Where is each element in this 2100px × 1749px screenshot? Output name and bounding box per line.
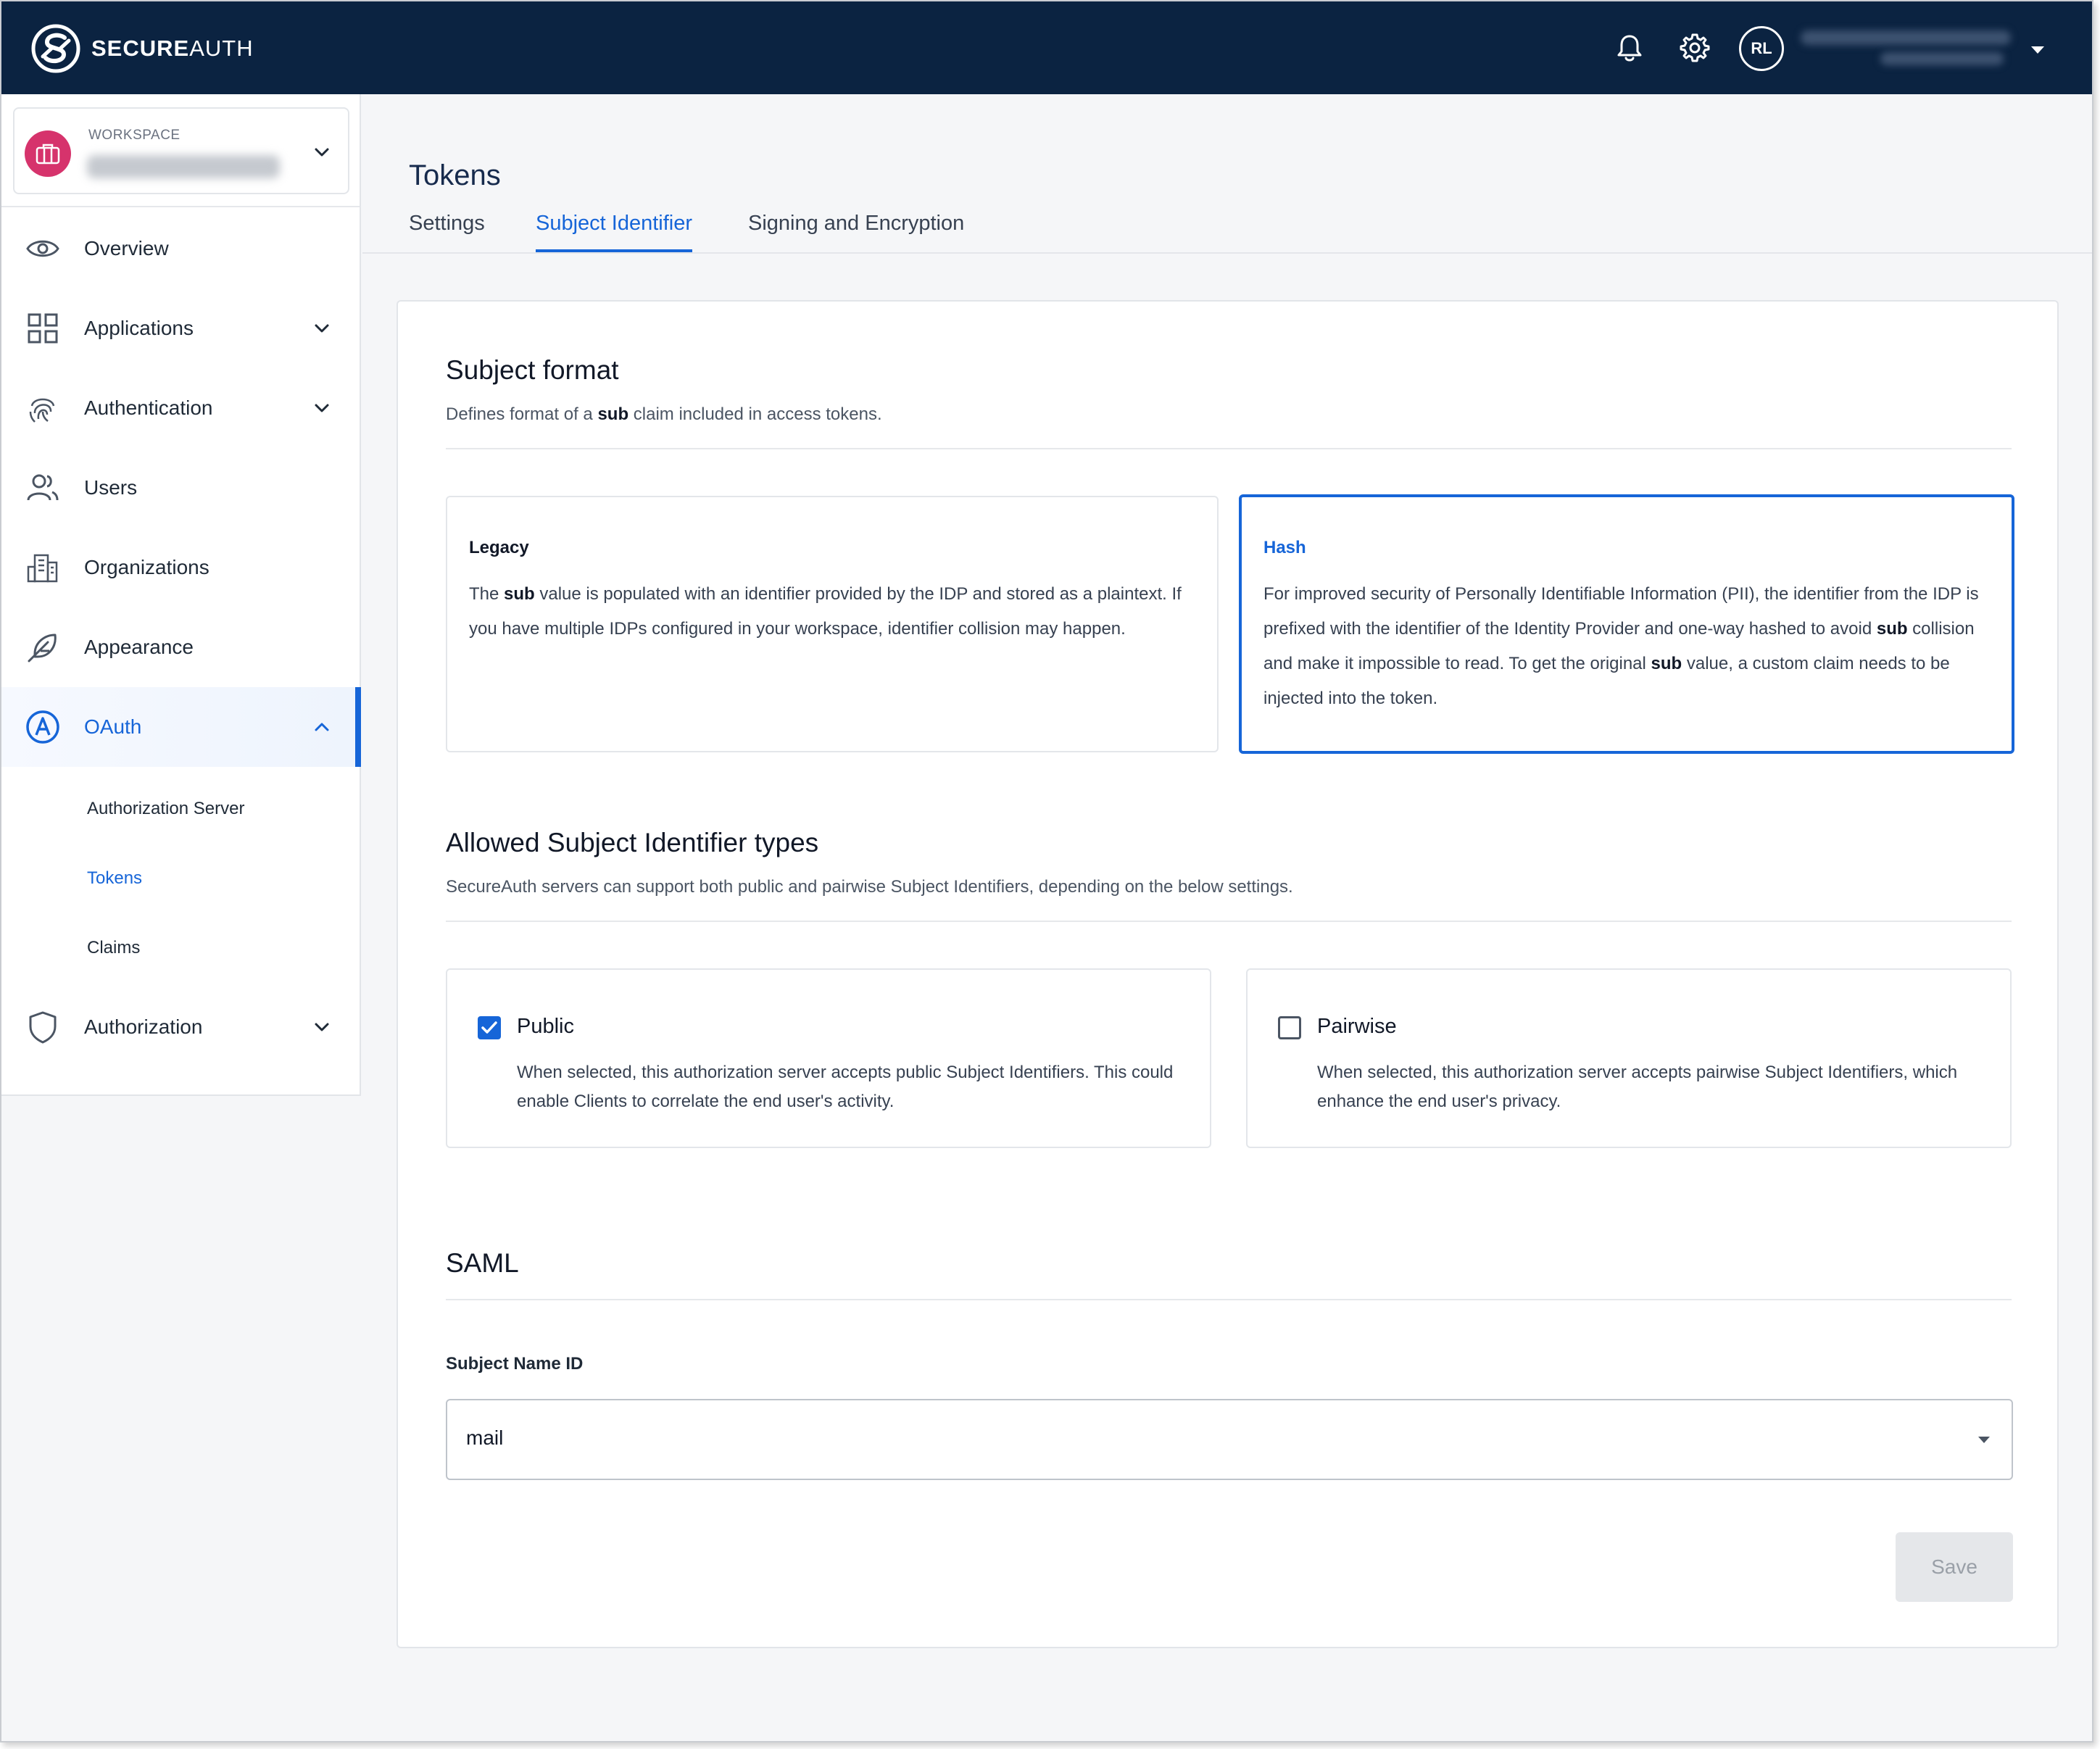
dropdown-caret-icon [1978, 1437, 1990, 1443]
sidebar-item-label: Organizations [84, 556, 209, 578]
section-divider [446, 921, 2012, 922]
workspace-selector[interactable]: WORKSPACE [13, 107, 349, 194]
sidebar: WORKSPACE Overview Applications Authenti… [1, 94, 361, 1096]
oauth-icon [26, 710, 59, 744]
subject-format-title: Subject format [446, 355, 619, 385]
tab-signing-and-encryption[interactable]: Signing and Encryption [748, 212, 964, 236]
sidebar-item-authorization[interactable]: Authorization [1, 987, 360, 1067]
app-window: SECUREAUTH RL WORKSPACE Overview Applica… [0, 0, 2093, 1742]
allowed-types-title: Allowed Subject Identifier types [446, 828, 819, 857]
subject-name-id-select[interactable]: mail [446, 1399, 2013, 1480]
fingerprint-icon [29, 398, 55, 423]
section-divider [446, 448, 2012, 449]
saml-title: SAML [446, 1248, 519, 1278]
sidebar-item-label: Authentication [84, 396, 213, 419]
brand-name: SECUREAUTH [91, 36, 254, 61]
sidebar-item-appearance[interactable]: Appearance [1, 607, 360, 687]
bell-icon[interactable] [1612, 30, 1647, 65]
option-description: For improved security of Personally Iden… [1263, 584, 1979, 708]
sidebar-item-label: Users [84, 476, 138, 499]
users-icon [27, 474, 59, 501]
sidebar-item-label: OAuth [84, 715, 142, 738]
shield-icon [29, 1011, 57, 1044]
top-bar: SECUREAUTH RL [1, 1, 2092, 94]
sidebar-subitem-tokens[interactable]: Tokens [87, 868, 142, 889]
workspace-badge [25, 130, 71, 177]
grid-icon [28, 313, 58, 344]
user-info-redacted [1801, 28, 2011, 70]
pairwise-description: When selected, this authorization server… [1317, 1063, 1958, 1111]
building-icon [27, 554, 58, 583]
subject-format-description: Defines format of a sub claim included i… [446, 404, 882, 424]
tab-settings[interactable]: Settings [409, 212, 485, 236]
sidebar-item-label: Authorization [84, 1015, 203, 1038]
pairwise-label: Pairwise [1317, 1015, 1397, 1038]
gear-icon[interactable] [1677, 30, 1712, 65]
sidebar-divider [1, 206, 360, 207]
brand-logo[interactable]: SECUREAUTH [30, 23, 254, 74]
chevron-down-icon [315, 404, 329, 412]
chevron-down-icon [315, 148, 329, 157]
sidebar-item-applications[interactable]: Applications [1, 288, 360, 368]
sidebar-item-authentication[interactable]: Authentication [1, 368, 360, 448]
eye-icon [26, 240, 59, 257]
section-divider [446, 1299, 2012, 1300]
pairwise-checkbox[interactable] [1278, 1016, 1301, 1039]
sidebar-item-label: Appearance [84, 636, 194, 658]
option-title: Hash [1263, 538, 1306, 557]
subject-name-id-label: Subject Name ID [446, 1354, 584, 1374]
public-label: Public [517, 1015, 574, 1038]
workspace-name-redacted [87, 155, 280, 178]
tabs-divider [362, 252, 2092, 254]
pairwise-identifier-card[interactable]: Pairwise When selected, this authorizati… [1246, 968, 2012, 1148]
subject-format-option-legacy[interactable]: Legacy The sub value is populated with a… [446, 496, 1219, 752]
sidebar-item-label: Applications [84, 317, 194, 339]
option-description: The sub value is populated with an ident… [469, 584, 1182, 639]
check-icon [481, 1021, 497, 1034]
public-identifier-card[interactable]: Public When selected, this authorization… [446, 968, 1211, 1148]
chevron-down-icon [315, 324, 329, 333]
sidebar-item-label: Overview [84, 237, 169, 259]
feather-icon [28, 633, 57, 662]
select-value: mail [466, 1426, 504, 1449]
public-checkbox[interactable] [478, 1016, 501, 1039]
tab-subject-identifier[interactable]: Subject Identifier [536, 212, 693, 252]
workspace-label: WORKSPACE [88, 128, 180, 143]
user-menu-caret-icon[interactable] [2031, 46, 2044, 54]
sidebar-item-users[interactable]: Users [1, 448, 360, 528]
subject-format-option-hash[interactable]: Hash For improved security of Personally… [1239, 494, 2014, 754]
sidebar-subitem-claims[interactable]: Claims [87, 938, 140, 958]
briefcase-icon [36, 144, 60, 165]
allowed-types-description: SecureAuth servers can support both publ… [446, 877, 1293, 897]
user-avatar[interactable]: RL [1739, 26, 1784, 71]
save-button[interactable]: Save [1896, 1532, 2013, 1602]
sidebar-subitem-authorization-server[interactable]: Authorization Server [87, 799, 244, 819]
subject-identifier-card: Subject format Defines format of a sub c… [397, 300, 2059, 1648]
sidebar-item-oauth[interactable]: OAuth [1, 687, 361, 767]
public-description: When selected, this authorization server… [517, 1063, 1174, 1111]
option-title: Legacy [469, 538, 529, 557]
chevron-down-icon [315, 1023, 329, 1031]
chevron-up-icon [315, 723, 329, 731]
secureauth-logo-icon [31, 24, 80, 73]
sidebar-item-organizations[interactable]: Organizations [1, 528, 360, 607]
page-title: Tokens [409, 159, 501, 191]
sidebar-item-overview[interactable]: Overview [1, 209, 360, 288]
